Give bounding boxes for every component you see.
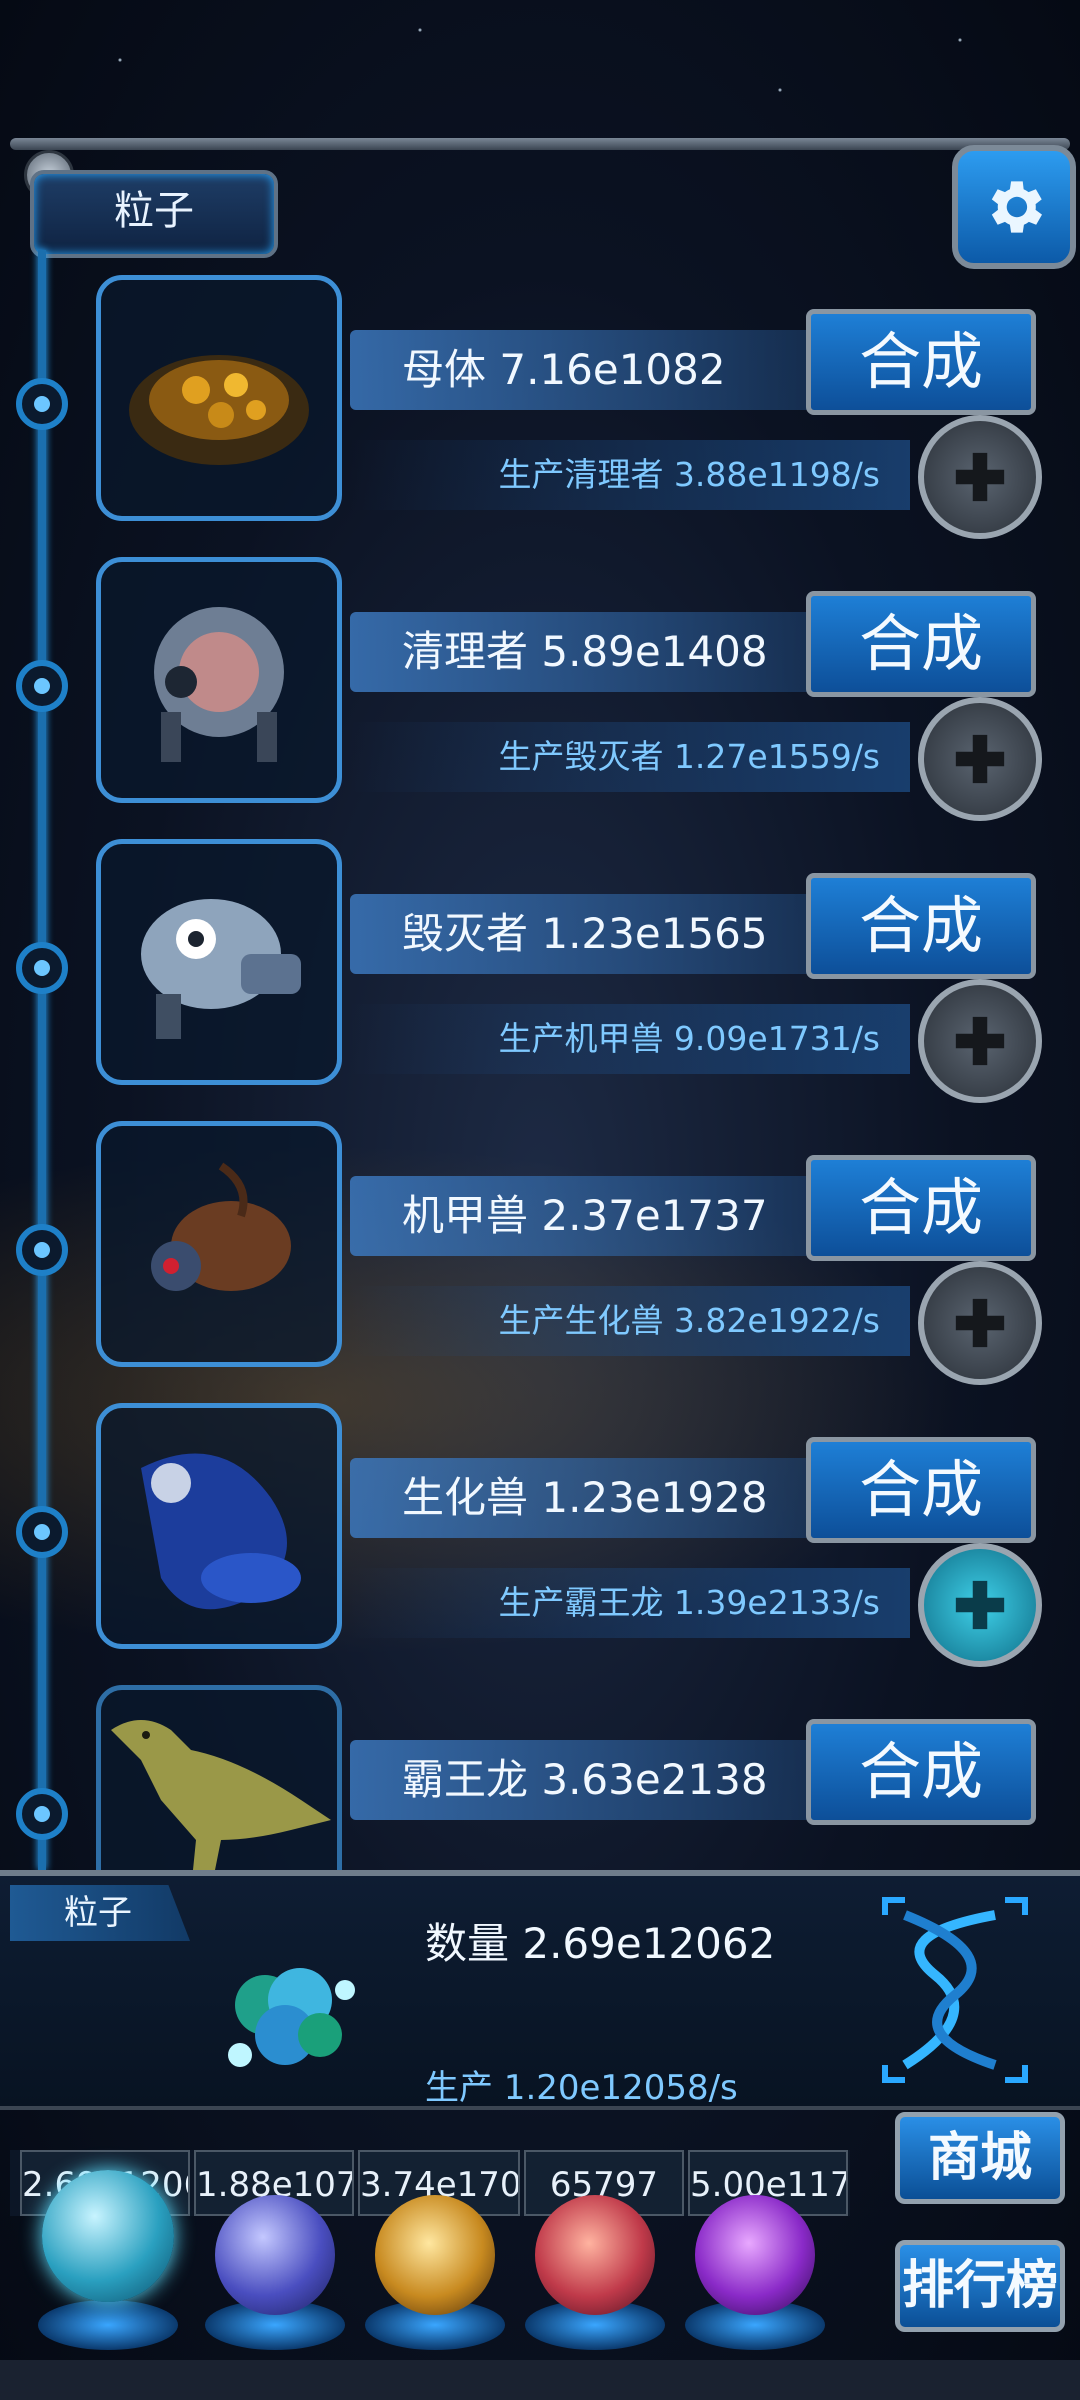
- mech-beast-icon: [151, 1162, 291, 1291]
- unit-name: 霸王龙 3.63e2138: [402, 1755, 768, 1804]
- combine-button[interactable]: 合成: [806, 1155, 1036, 1261]
- unit-name-bar: 机甲兽 2.37e1737: [350, 1176, 820, 1256]
- combine-label: 合成: [858, 1453, 983, 1526]
- rock-matrix-icon: [129, 355, 309, 465]
- unit-name-bar: 生化兽 1.23e1928: [350, 1458, 820, 1538]
- unit-name-bar: 霸王龙 3.63e2138: [350, 1740, 820, 1820]
- category-title: 粒子: [30, 170, 278, 258]
- shop-button[interactable]: 商城: [895, 2112, 1065, 2204]
- plus-icon: [955, 734, 1005, 784]
- total-production-rate: 生产 1.20e12058/s: [425, 2068, 738, 2108]
- unit-name-bar: 清理者 5.89e1408: [350, 612, 820, 692]
- production-bar: 生产清理者 3.88e1198/s: [350, 440, 910, 510]
- combine-label: 合成: [858, 325, 983, 398]
- unit-name: 生化兽 1.23e1928: [402, 1473, 768, 1522]
- unit-portrait: [96, 1121, 342, 1367]
- production-rate: 生产清理者 3.88e1198/s: [498, 455, 880, 494]
- unit-name: 母体 7.16e1082: [402, 345, 726, 394]
- plus-icon: [955, 1016, 1005, 1066]
- combine-button[interactable]: 合成: [806, 309, 1036, 415]
- combine-button[interactable]: 合成: [806, 1719, 1036, 1825]
- unit-row: 清理者 5.89e1408 生产毁灭者 1.27e1559/s 合成: [0, 557, 1080, 821]
- brain-orb-tab[interactable]: [535, 2195, 655, 2315]
- particle-orb-tab[interactable]: [42, 2170, 174, 2302]
- unit-row: 机甲兽 2.37e1737 生产生化兽 3.82e1922/s 合成: [0, 1121, 1080, 1385]
- summary-tag-label: 粒子: [64, 1893, 132, 1933]
- unit-portrait: [96, 275, 342, 521]
- particle-cluster-icon: [228, 1968, 355, 2067]
- upgrade-button[interactable]: [918, 697, 1042, 821]
- ranking-label: 排行榜: [901, 2256, 1058, 2316]
- unit-portrait: [96, 1403, 342, 1649]
- production-rate: 生产机甲兽 9.09e1731/s: [498, 1019, 880, 1058]
- lightning-orb-tab[interactable]: [215, 2195, 335, 2315]
- fire-orb-tab[interactable]: [375, 2195, 495, 2315]
- combine-button[interactable]: 合成: [806, 591, 1036, 697]
- upgrade-button[interactable]: [918, 415, 1042, 539]
- ranking-button[interactable]: 排行榜: [895, 2240, 1065, 2332]
- unit-portrait: [96, 839, 342, 1085]
- orb-pedestal: [38, 2300, 178, 2350]
- upgrade-button[interactable]: [918, 979, 1042, 1103]
- combine-label: 合成: [858, 889, 983, 962]
- plus-icon: [955, 1580, 1005, 1630]
- bottom-frame: [0, 2360, 1080, 2400]
- upgrade-button[interactable]: [918, 1543, 1042, 1667]
- production-bar: 生产生化兽 3.82e1922/s: [350, 1286, 910, 1356]
- unit-row: 母体 7.16e1082 生产清理者 3.88e1198/s 合成: [0, 275, 1080, 539]
- bio-beast-icon: [141, 1453, 301, 1610]
- shop-label: 商城: [927, 2128, 1032, 2188]
- unit-name: 毁灭者 1.23e1565: [402, 909, 768, 958]
- destroyer-robot-icon: [141, 899, 301, 1039]
- unit-name-bar: 母体 7.16e1082: [350, 330, 820, 410]
- combine-label: 合成: [858, 1171, 983, 1244]
- settings-button[interactable]: [952, 145, 1076, 269]
- unit-name: 机甲兽 2.37e1737: [402, 1191, 768, 1240]
- category-title-label: 粒子: [114, 188, 194, 234]
- total-quantity: 数量 2.69e12062: [425, 1919, 776, 1968]
- production-rate: 生产毁灭者 1.27e1559/s: [498, 737, 880, 776]
- production-bar: 生产毁灭者 1.27e1559/s: [350, 722, 910, 792]
- combine-button[interactable]: 合成: [806, 873, 1036, 979]
- combine-button[interactable]: 合成: [806, 1437, 1036, 1543]
- unit-row: 毁灭者 1.23e1565 生产机甲兽 9.09e1731/s 合成: [0, 839, 1080, 1103]
- production-rate: 生产生化兽 3.82e1922/s: [498, 1301, 880, 1340]
- production-bar: 生产霸王龙 1.39e2133/s: [350, 1568, 910, 1638]
- unit-name: 清理者 5.89e1408: [402, 627, 768, 676]
- combine-label: 合成: [858, 1735, 983, 1808]
- combine-label: 合成: [858, 607, 983, 680]
- gear-icon: [991, 181, 1042, 233]
- plus-icon: [955, 1298, 1005, 1348]
- cleaner-robot-icon: [154, 607, 284, 762]
- plus-icon: [955, 452, 1005, 502]
- summary-tag: 粒子: [10, 1885, 190, 1941]
- unit-row: 生化兽 1.23e1928 生产霸王龙 1.39e2133/s 合成: [0, 1403, 1080, 1667]
- unit-name-bar: 毁灭者 1.23e1565: [350, 894, 820, 974]
- vortex-orb-tab[interactable]: [695, 2195, 815, 2315]
- production-bar: 生产机甲兽 9.09e1731/s: [350, 1004, 910, 1074]
- upgrade-button[interactable]: [918, 1261, 1042, 1385]
- unit-portrait: [96, 557, 342, 803]
- production-rate: 生产霸王龙 1.39e2133/s: [498, 1583, 880, 1622]
- dna-icon: [882, 1897, 1028, 2083]
